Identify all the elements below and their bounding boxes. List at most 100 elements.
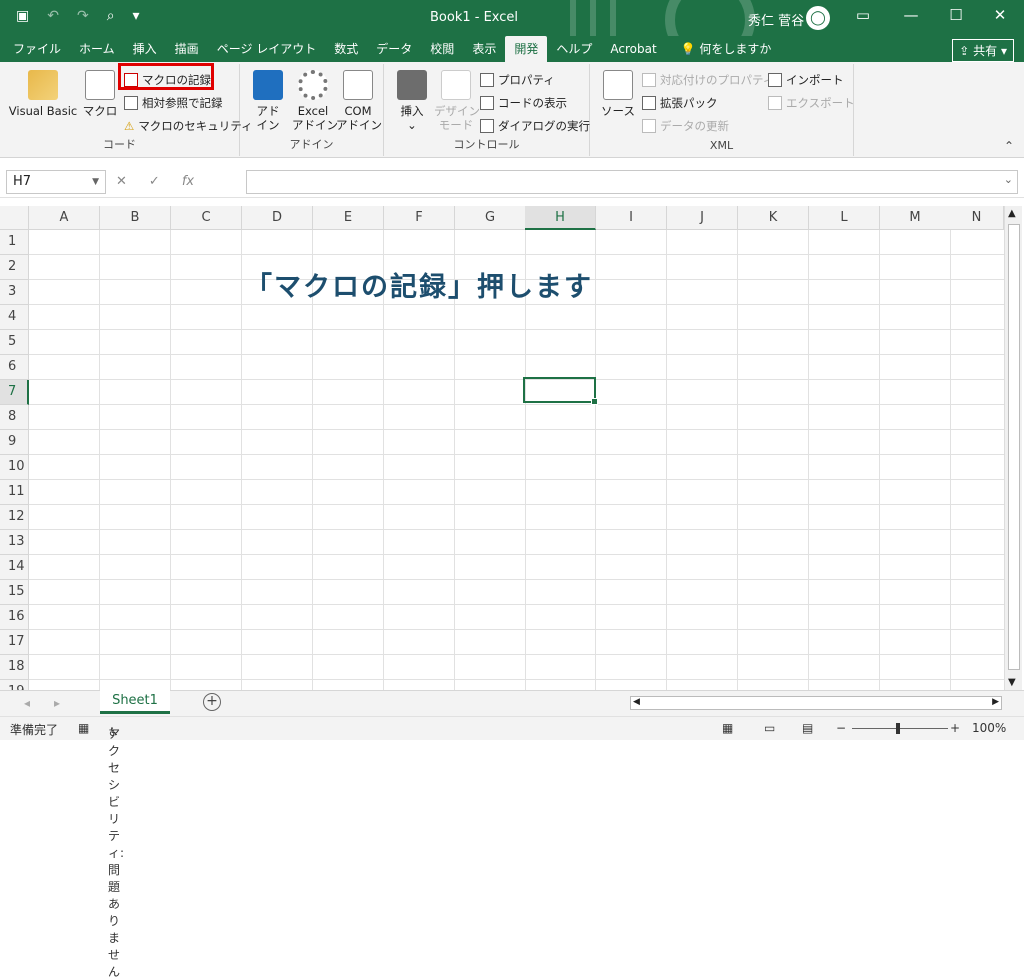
add-sheet-icon[interactable]: + bbox=[203, 693, 221, 711]
tab-draw[interactable]: 描画 bbox=[166, 36, 208, 62]
column-header-m[interactable]: M bbox=[880, 206, 951, 230]
tab-home[interactable]: ホーム bbox=[70, 36, 124, 62]
row-header-1[interactable]: 1 bbox=[0, 230, 29, 255]
column-header-f[interactable]: F bbox=[384, 206, 455, 230]
tab-formulas[interactable]: 数式 bbox=[325, 36, 367, 62]
tab-insert[interactable]: 挿入 bbox=[124, 36, 166, 62]
expand-formula-icon[interactable]: ⌄ bbox=[1004, 173, 1013, 186]
column-header-n[interactable]: N bbox=[950, 206, 1004, 230]
refresh-data-button[interactable]: データの更新 bbox=[642, 118, 729, 134]
horizontal-scrollbar[interactable]: ◀ ▶ bbox=[630, 696, 1002, 710]
addins-button[interactable]: アド イン bbox=[248, 70, 288, 132]
column-header-j[interactable]: J bbox=[667, 206, 738, 230]
row-header-5[interactable]: 5 bbox=[0, 330, 29, 355]
export-button[interactable]: エクスポート bbox=[768, 95, 855, 111]
column-header-e[interactable]: E bbox=[313, 206, 384, 230]
source-button[interactable]: ソース bbox=[600, 70, 636, 118]
tab-view[interactable]: 表示 bbox=[463, 36, 505, 62]
page-break-view-icon[interactable]: ▤ bbox=[802, 721, 813, 735]
row-header-7[interactable]: 7 bbox=[0, 380, 29, 405]
row-header-10[interactable]: 10 bbox=[0, 455, 29, 480]
row-header-13[interactable]: 13 bbox=[0, 530, 29, 555]
tab-developer[interactable]: 開発 bbox=[505, 36, 548, 62]
zoom-in-icon[interactable]: + bbox=[950, 721, 960, 735]
scroll-left-icon[interactable]: ◀ bbox=[633, 697, 640, 707]
page-layout-view-icon[interactable]: ▭ bbox=[764, 721, 775, 735]
tab-data[interactable]: データ bbox=[367, 36, 421, 62]
row-header-4[interactable]: 4 bbox=[0, 305, 29, 330]
column-header-h[interactable]: H bbox=[525, 206, 596, 230]
ribbon-display-icon[interactable]: ▭ bbox=[848, 6, 878, 24]
tell-me-search[interactable]: 💡 何をしますか bbox=[672, 36, 781, 62]
run-dialog-button[interactable]: ダイアログの実行 bbox=[480, 118, 590, 134]
macro-security-button[interactable]: ⚠ マクロのセキュリティ bbox=[124, 118, 253, 134]
name-box[interactable]: H7 ▼ bbox=[6, 170, 106, 194]
prev-sheet-icon[interactable]: ◂ bbox=[24, 696, 30, 710]
enter-icon[interactable]: ✓ bbox=[149, 174, 160, 189]
scroll-up-icon[interactable]: ▲ bbox=[1008, 208, 1016, 219]
active-cell-h7[interactable] bbox=[523, 377, 598, 405]
properties-button[interactable]: プロパティ bbox=[480, 72, 555, 88]
scroll-right-icon[interactable]: ▶ bbox=[992, 697, 999, 707]
save-icon[interactable]: ▣ bbox=[16, 8, 29, 24]
row-header-14[interactable]: 14 bbox=[0, 555, 29, 580]
share-button[interactable]: ⇪ 共有 ▾ bbox=[952, 39, 1014, 62]
column-header-k[interactable]: K bbox=[738, 206, 809, 230]
column-header-g[interactable]: G bbox=[455, 206, 526, 230]
row-header-8[interactable]: 8 bbox=[0, 405, 29, 430]
close-icon[interactable]: ✕ bbox=[985, 6, 1015, 24]
tab-acrobat[interactable]: Acrobat bbox=[601, 36, 665, 62]
zoom-slider[interactable] bbox=[852, 728, 948, 729]
row-header-19[interactable]: 19 bbox=[0, 680, 29, 690]
redo-icon[interactable]: ↷ bbox=[77, 8, 89, 24]
undo-icon[interactable]: ↶ bbox=[47, 8, 59, 24]
customize-qat-icon[interactable]: ▾ bbox=[133, 8, 140, 24]
column-header-l[interactable]: L bbox=[809, 206, 880, 230]
row-header-9[interactable]: 9 bbox=[0, 430, 29, 455]
expansion-packs-button[interactable]: 拡張パック bbox=[642, 95, 718, 111]
row-header-3[interactable]: 3 bbox=[0, 280, 29, 305]
row-header-2[interactable]: 2 bbox=[0, 255, 29, 280]
insert-control-button[interactable]: 挿入 ⌄ bbox=[392, 70, 432, 132]
zoom-slider-thumb[interactable] bbox=[896, 723, 900, 734]
tab-review[interactable]: 校閲 bbox=[421, 36, 463, 62]
row-header-16[interactable]: 16 bbox=[0, 605, 29, 630]
tab-help[interactable]: ヘルプ bbox=[547, 36, 601, 62]
row-header-11[interactable]: 11 bbox=[0, 480, 29, 505]
row-header-17[interactable]: 17 bbox=[0, 630, 29, 655]
avatar[interactable]: ◯ bbox=[806, 6, 830, 30]
normal-view-icon[interactable]: ▦ bbox=[722, 721, 733, 735]
scroll-down-icon[interactable]: ▼ bbox=[1008, 677, 1016, 688]
column-header-a[interactable]: A bbox=[29, 206, 100, 230]
column-header-b[interactable]: B bbox=[100, 206, 171, 230]
user-name[interactable]: 秀仁 菅谷 bbox=[748, 10, 804, 29]
relative-reference-button[interactable]: 相対参照で記録 bbox=[124, 95, 223, 111]
formula-input[interactable]: ⌄ bbox=[246, 170, 1018, 194]
print-preview-icon[interactable]: ⌕ bbox=[107, 8, 115, 24]
collapse-ribbon-icon[interactable]: ⌃ bbox=[1004, 139, 1014, 153]
view-code-button[interactable]: コードの表示 bbox=[480, 95, 567, 111]
macros-button[interactable]: マクロ bbox=[82, 70, 118, 118]
scroll-thumb[interactable] bbox=[1008, 224, 1020, 670]
sheet-tab-sheet1[interactable]: Sheet1 bbox=[100, 690, 170, 714]
maximize-icon[interactable]: ☐ bbox=[941, 6, 971, 24]
zoom-level[interactable]: 100% bbox=[972, 721, 1006, 735]
visual-basic-button[interactable]: Visual Basic bbox=[8, 70, 78, 118]
tab-file[interactable]: ファイル bbox=[4, 36, 70, 62]
import-button[interactable]: インポート bbox=[768, 72, 844, 88]
column-header-d[interactable]: D bbox=[242, 206, 313, 230]
com-addins-button[interactable]: COM アドイン bbox=[336, 70, 382, 132]
row-header-18[interactable]: 18 bbox=[0, 655, 29, 680]
insert-function-icon[interactable]: fx bbox=[182, 174, 194, 189]
column-header-i[interactable]: I bbox=[596, 206, 667, 230]
next-sheet-icon[interactable]: ▸ bbox=[54, 696, 60, 710]
excel-addins-button[interactable]: Excel アドイン bbox=[292, 70, 338, 132]
select-all-corner[interactable] bbox=[0, 206, 29, 230]
tab-page-layout[interactable]: ページ レイアウト bbox=[208, 36, 326, 62]
map-properties-button[interactable]: 対応付けのプロパティ bbox=[642, 72, 774, 88]
minimize-icon[interactable]: — bbox=[896, 6, 926, 24]
vertical-scrollbar[interactable]: ▲ ▼ bbox=[1004, 206, 1022, 690]
macro-record-status-icon[interactable]: ▦ bbox=[78, 721, 89, 735]
cancel-icon[interactable]: ✕ bbox=[116, 174, 127, 189]
row-header-6[interactable]: 6 bbox=[0, 355, 29, 380]
